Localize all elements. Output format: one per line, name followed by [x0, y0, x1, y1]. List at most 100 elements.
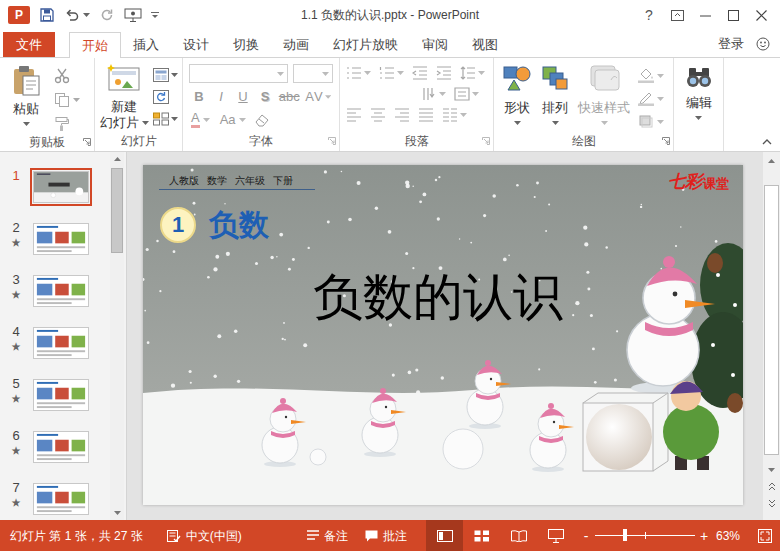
snowflake — [213, 267, 217, 271]
snowflake — [147, 341, 150, 344]
eraser-icon — [254, 113, 270, 127]
slide-thumbnail[interactable] — [30, 324, 92, 362]
styles-label: 快速样式 — [578, 100, 630, 116]
view-button[interactable] — [537, 520, 574, 551]
zoom-out-button[interactable]: - — [580, 529, 592, 543]
arrange-label: 排列 — [542, 100, 568, 116]
zoom-slider[interactable] — [595, 535, 695, 536]
section-icon[interactable] — [153, 112, 169, 126]
ribbon-tab[interactable]: 审阅 — [410, 31, 460, 57]
snowflake — [292, 258, 295, 261]
maximize-button[interactable] — [719, 10, 747, 21]
slide-thumbnail-row[interactable]: 3★ — [2, 272, 110, 324]
snowflake — [592, 347, 595, 350]
collapse-ribbon-icon[interactable] — [762, 139, 772, 145]
view-button[interactable] — [463, 520, 500, 551]
slide-thumbnail-row[interactable]: 1 — [2, 168, 110, 220]
slide-thumbnail-row[interactable]: 5★ — [2, 376, 110, 428]
ribbon-tab[interactable]: 设计 — [171, 31, 221, 57]
previous-slide-button[interactable] — [763, 478, 780, 495]
slide-thumbnail[interactable] — [30, 376, 92, 414]
slide-thumbnail-row[interactable]: 6★ — [2, 428, 110, 480]
justify-icon — [418, 108, 434, 122]
slide-thumbnail[interactable] — [30, 480, 92, 518]
indent-button — [436, 66, 452, 80]
dialog-launcher-icon — [482, 137, 490, 145]
ribbon-tab-label: 插入 — [133, 38, 159, 51]
language-indicator[interactable]: 中文(中国) — [167, 527, 242, 545]
dialog-launcher-icon[interactable] — [83, 138, 91, 146]
right-icon — [394, 108, 410, 122]
ribbon-display-button[interactable] — [663, 10, 691, 21]
snowflake — [503, 258, 507, 262]
snowflake — [412, 267, 414, 269]
zoom-level[interactable]: 63% — [716, 527, 750, 545]
paste-button[interactable]: 粘贴 — [6, 64, 46, 132]
slide[interactable]: 人教版数学六年级下册 七彩课堂 1 负数 负数的认识 — [143, 165, 743, 505]
dialog-launcher-icon[interactable] — [662, 137, 670, 145]
language-label: 中文(中国) — [186, 527, 242, 545]
new-slide-button[interactable]: 新建 幻灯片 — [101, 64, 147, 131]
undo-dropdown-icon[interactable] — [83, 13, 90, 17]
transition-indicator: ★ — [11, 444, 21, 458]
format-painter-icon[interactable] — [54, 116, 70, 132]
unit-badge: 1 — [160, 207, 196, 243]
feedback-icon[interactable] — [756, 37, 770, 51]
cut-icon[interactable] — [54, 68, 70, 84]
slide-thumbnail[interactable] — [30, 272, 92, 310]
scrollbar-thumb[interactable] — [111, 168, 123, 253]
arrange-button[interactable]: 排列 — [538, 64, 572, 131]
glass-box — [583, 393, 668, 471]
start-slideshow-icon[interactable] — [124, 7, 142, 23]
editing-button[interactable]: 编辑 — [674, 58, 723, 131]
help-button[interactable]: ? — [635, 5, 663, 26]
slide-scrollbar[interactable] — [763, 152, 780, 520]
snowflake — [327, 221, 330, 224]
undo-icon[interactable] — [64, 7, 80, 23]
file-tab[interactable]: 文件 — [3, 32, 55, 57]
snowflake — [392, 374, 395, 377]
sign-in-link[interactable]: 登录 — [718, 34, 744, 54]
ribbon-tab[interactable]: 视图 — [460, 31, 510, 57]
ribbon-tab[interactable]: 插入 — [121, 31, 171, 57]
app-logo[interactable]: P — [8, 6, 30, 24]
paste-dropdown-icon — [23, 122, 30, 126]
binoculars-icon — [686, 64, 712, 90]
ribbon-tab-label: 审阅 — [422, 38, 448, 51]
thumbnail-scrollbar[interactable] — [110, 152, 124, 520]
snowflake — [194, 214, 196, 216]
save-icon[interactable] — [39, 7, 55, 23]
comments-button[interactable]: 批注 — [356, 527, 416, 545]
zoom-in-button[interactable]: + — [698, 529, 710, 543]
slide-thumbnail[interactable] — [30, 428, 92, 466]
customize-toolbar-icon[interactable] — [151, 11, 159, 19]
slide-thumbnail[interactable] — [30, 168, 92, 206]
clipboard-group-label: 剪贴板 — [29, 133, 65, 151]
scrollbar-thumb[interactable] — [764, 185, 779, 455]
help-label: ? — [645, 5, 653, 26]
ribbon-tab[interactable]: 开始 — [69, 32, 121, 58]
zoom-slider-knob[interactable] — [623, 529, 627, 541]
view-button[interactable] — [500, 520, 537, 551]
font-name-box — [189, 64, 288, 83]
copy-icon[interactable] — [54, 92, 70, 108]
slide-thumbnail-row[interactable]: 4★ — [2, 324, 110, 376]
ribbon-tab[interactable]: 动画 — [271, 31, 321, 57]
slide-thumbnail[interactable] — [30, 220, 92, 258]
proofing-icon — [167, 530, 181, 542]
minimize-button[interactable] — [691, 10, 719, 21]
notes-button[interactable]: 备注 — [298, 527, 356, 545]
slide-thumbnail-row[interactable]: 2★ — [2, 220, 110, 272]
fit-to-window-button[interactable] — [750, 529, 780, 543]
ribbon-tab[interactable]: 幻灯片放映 — [321, 31, 410, 57]
snowflake — [616, 330, 618, 332]
ribbon-tab[interactable]: 切换 — [221, 31, 271, 57]
shapes-button[interactable]: 形状 — [500, 64, 534, 131]
reset-icon[interactable] — [153, 90, 169, 104]
close-button[interactable] — [747, 10, 775, 21]
next-slide-button[interactable] — [763, 495, 780, 512]
layout-icon[interactable] — [153, 68, 169, 82]
view-button[interactable] — [426, 520, 463, 551]
thumbnail-pane: 12★3★4★5★6★7★ — [0, 152, 127, 520]
slide-thumbnail-row[interactable]: 7★ — [2, 480, 110, 520]
